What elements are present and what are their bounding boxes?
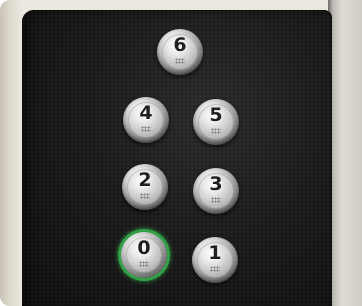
floor-button-4[interactable]: 4 — [123, 97, 169, 143]
floor-button-1[interactable]: 1 — [192, 237, 238, 283]
button-panel: 6 4 5 2 3 0 1 — [22, 10, 332, 306]
braille-dots-icon — [175, 58, 185, 64]
floor-button-6[interactable]: 6 — [157, 29, 203, 75]
floor-button-2[interactable]: 2 — [122, 164, 168, 210]
floor-button-0[interactable]: 0 — [121, 232, 167, 278]
elevator-photo: 6 4 5 2 3 0 1 — [0, 0, 362, 306]
button-label: 2 — [138, 169, 152, 191]
floor-button-3[interactable]: 3 — [193, 168, 239, 214]
braille-dots-icon — [141, 126, 151, 132]
braille-dots-icon — [210, 266, 220, 272]
button-label: 4 — [139, 102, 153, 124]
floor-button-5[interactable]: 5 — [193, 99, 239, 145]
button-label: 0 — [137, 237, 151, 259]
button-label: 6 — [173, 34, 187, 56]
braille-dots-icon — [211, 128, 221, 134]
button-label: 3 — [209, 173, 223, 195]
braille-dots-icon — [139, 261, 149, 267]
braille-dots-icon — [140, 193, 150, 199]
door-frame — [328, 0, 362, 306]
braille-dots-icon — [211, 197, 221, 203]
button-label: 1 — [208, 242, 222, 264]
button-label: 5 — [209, 104, 223, 126]
